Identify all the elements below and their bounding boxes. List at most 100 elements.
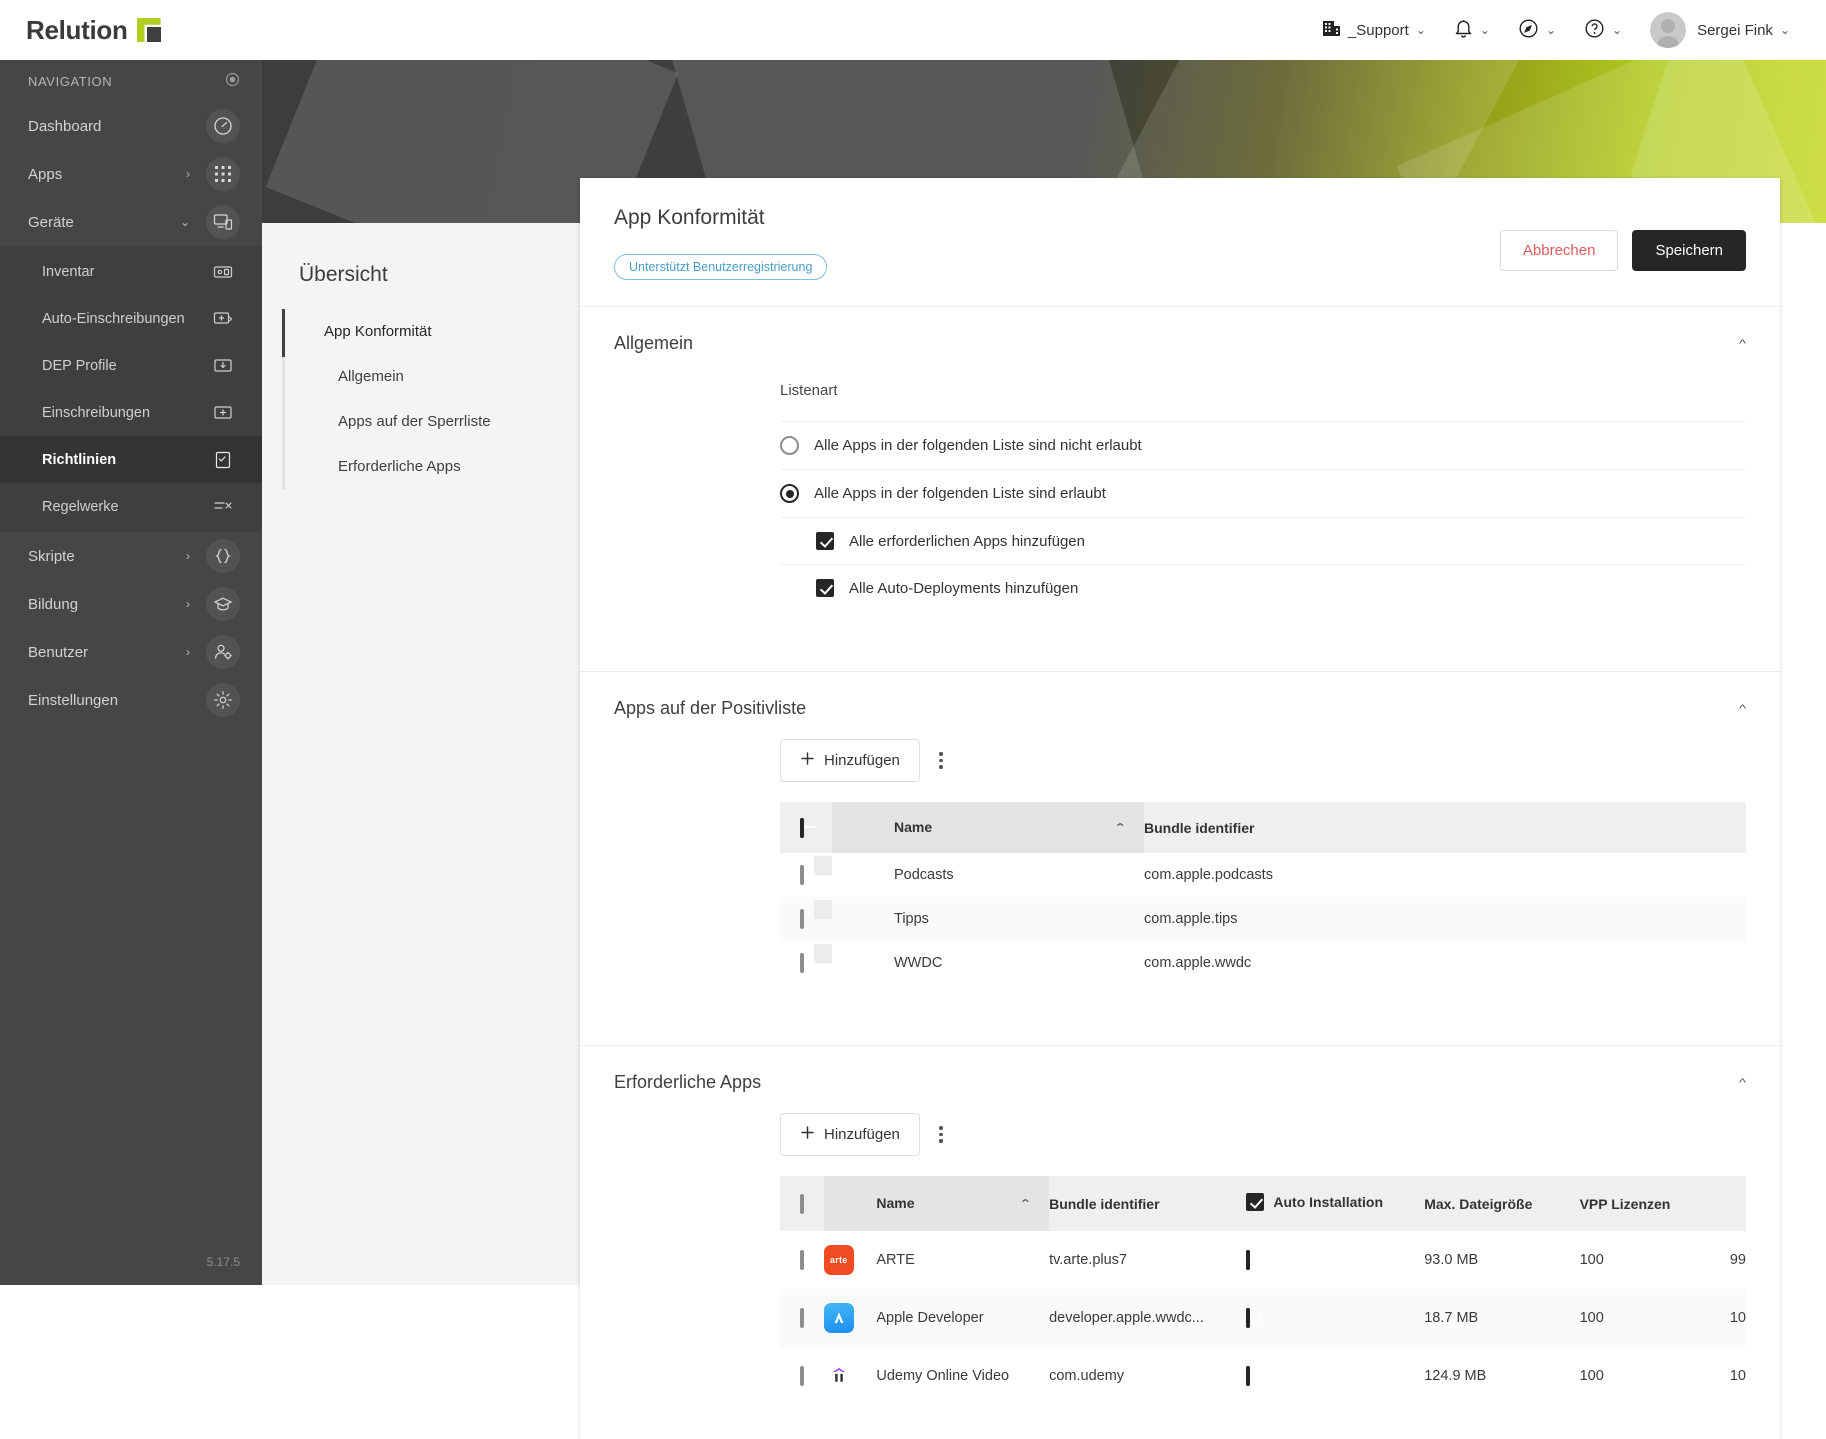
notifications-button[interactable]: ⌄ — [1440, 12, 1504, 49]
chevron-up-icon[interactable]: ^ — [1739, 702, 1746, 715]
erforderliche-apps-table: Name ⌃ Bundle identifier Auto Installati… — [780, 1176, 1746, 1405]
checkbox-indeterminate-icon — [800, 817, 804, 838]
sidebar-item-richtlinien[interactable]: Richtlinien — [0, 436, 262, 483]
add-app-label: Hinzufügen — [824, 1126, 900, 1143]
collapse-sidebar-icon[interactable] — [225, 72, 240, 90]
policy-icon — [206, 443, 240, 477]
checkbox-icon — [800, 1366, 804, 1386]
select-all-header[interactable] — [780, 1176, 824, 1231]
app-logo[interactable]: Relution — [26, 15, 161, 46]
save-button[interactable]: Speichern — [1632, 230, 1746, 271]
row-name: Udemy Online Video — [876, 1367, 1010, 1384]
table-row[interactable]: WWDC com.apple.wwdc — [780, 941, 1746, 985]
table-header-row: Name ⌃ Bundle identifier Auto Installati… — [780, 1176, 1746, 1231]
column-header-name[interactable]: Name ⌃ — [876, 1176, 1050, 1231]
row-auto-install[interactable] — [1246, 1231, 1424, 1289]
radio-option-allowed[interactable]: Alle Apps in der folgenden Liste sind er… — [780, 469, 1746, 517]
checkbox-add-required-apps[interactable]: Alle erforderlichen Apps hinzufügen — [780, 517, 1746, 564]
row-auto-install[interactable] — [1246, 1289, 1424, 1347]
sidebar-item-label: Einstellungen — [28, 691, 119, 709]
table-row[interactable]: Udemy Online Video com.udemy 124.9 MB 10… — [780, 1347, 1746, 1405]
row-checkbox-cell[interactable] — [780, 1347, 824, 1405]
checkbox-label: Alle Auto-Deployments hinzufügen — [849, 579, 1079, 597]
top-actions: _Support ⌄ ⌄ ⌄ ⌄ Sergei Fink ⌄ — [1308, 6, 1804, 54]
radio-option-not-allowed[interactable]: Alle Apps in der folgenden Liste sind ni… — [780, 421, 1746, 469]
radio-icon-selected — [780, 484, 799, 503]
sidebar-item-apps[interactable]: Apps › — [0, 150, 262, 198]
radio-label: Alle Apps in der folgenden Liste sind ni… — [814, 437, 1142, 454]
sidebar-item-einschreibungen[interactable]: Einschreibungen — [0, 389, 262, 436]
help-button[interactable]: ⌄ — [1570, 12, 1636, 49]
table-row[interactable]: arte ARTE tv.arte.plus7 93.0 MB 100 99 — [780, 1231, 1746, 1289]
radio-icon — [780, 436, 799, 455]
checkbox-add-auto-deployments[interactable]: Alle Auto-Deployments hinzufügen — [780, 564, 1746, 611]
gear-icon — [206, 683, 240, 717]
row-bundle: tv.arte.plus7 — [1049, 1252, 1127, 1268]
sidebar-item-einstellungen[interactable]: Einstellungen — [0, 676, 262, 724]
sidebar-item-geraete[interactable]: Geräte ⌄ — [0, 198, 262, 246]
section-header: Erforderliche Apps ^ — [580, 1046, 1780, 1113]
select-all-header[interactable] — [780, 802, 832, 853]
plus-icon — [800, 1125, 815, 1144]
sidebar-item-benutzer[interactable]: Benutzer › — [0, 628, 262, 676]
column-header-bundle[interactable]: Bundle identifier — [1049, 1176, 1247, 1231]
row-name: ARTE — [876, 1252, 915, 1268]
column-header-name[interactable]: Name ⌃ — [894, 802, 1144, 853]
table-row[interactable]: Apple Developer developer.apple.wwdc... … — [780, 1289, 1746, 1347]
row-bundle: com.apple.tips — [1144, 911, 1238, 927]
add-app-button[interactable]: Hinzufügen — [780, 739, 920, 782]
checkbox-icon — [800, 1193, 804, 1214]
sidebar-item-label: Benutzer — [28, 643, 89, 661]
chevron-up-icon[interactable]: ^ — [1739, 337, 1746, 350]
cancel-button[interactable]: Abbrechen — [1499, 230, 1619, 271]
column-header-auto-installation[interactable]: Auto Installation — [1246, 1176, 1425, 1231]
brand-name: Relution — [26, 14, 128, 45]
top-bar: Relution _Support ⌄ ⌄ ⌄ ⌄ Sergei Fink ⌄ — [0, 0, 1826, 60]
row-auto-install[interactable] — [1246, 1347, 1424, 1405]
add-app-button[interactable]: Hinzufügen — [780, 1113, 920, 1156]
navigation-heading-label: NAVIGATION — [28, 73, 113, 89]
sidebar-item-auto-einschreibungen[interactable]: Auto-Einschreibungen — [0, 295, 262, 342]
subnav-title: Übersicht — [299, 263, 388, 286]
status-badge: Unterstützt Benutzerregistrierung — [614, 254, 828, 280]
column-header-bundle[interactable]: Bundle identifier — [1144, 802, 1746, 853]
subnav-item-erforderliche-apps[interactable]: Erforderliche Apps — [262, 444, 580, 489]
sidebar-item-bildung[interactable]: Bildung › — [0, 580, 262, 628]
sidebar-item-dashboard[interactable]: Dashboard — [0, 102, 262, 150]
chevron-down-icon: ⌄ — [1415, 23, 1426, 37]
table-row[interactable]: Tipps com.apple.tips — [780, 897, 1746, 941]
row-checkbox-cell[interactable] — [780, 1231, 824, 1289]
app-compliance-card: App Konformität Unterstützt Benutzerregi… — [580, 178, 1780, 1439]
bell-icon — [1454, 18, 1473, 43]
chevron-up-icon[interactable]: ^ — [1739, 1076, 1746, 1089]
graduation-icon — [206, 587, 240, 621]
column-header-max-dateigroesse[interactable]: Max. Dateigröße — [1424, 1176, 1580, 1231]
sidebar-item-regelwerke[interactable]: Regelwerke — [0, 483, 262, 530]
table-row[interactable]: Podcasts com.apple.podcasts — [780, 853, 1746, 897]
column-label: VPP Lizenzen — [1579, 1195, 1671, 1212]
column-header-overflow[interactable] — [1729, 1176, 1746, 1231]
column-header-vpp-lizenzen[interactable]: VPP Lizenzen — [1579, 1176, 1730, 1231]
sidebar-item-inventar[interactable]: Inventar — [0, 248, 262, 295]
sidebar: NAVIGATION Dashboard Apps › Geräte ⌄ Inv… — [0, 60, 262, 1285]
row-checkbox-cell[interactable] — [780, 1289, 824, 1347]
subnav-item-sperrliste[interactable]: Apps auf der Sperrliste — [262, 399, 580, 444]
subnav-item-allgemein[interactable]: Allgemein — [262, 354, 580, 399]
sidebar-item-skripte[interactable]: Skripte › — [0, 532, 262, 580]
explore-button[interactable]: ⌄ — [1504, 12, 1570, 49]
organization-selector[interactable]: _Support ⌄ — [1308, 13, 1440, 48]
subnav-item-app-konformitaet[interactable]: App Konformität — [262, 309, 580, 354]
column-label: Name — [894, 819, 933, 835]
user-menu[interactable]: Sergei Fink ⌄ — [1636, 6, 1804, 54]
plus-icon — [800, 751, 815, 770]
kebab-menu-icon[interactable] — [930, 752, 952, 769]
sidebar-item-label: Skripte — [28, 547, 75, 565]
section-body: Hinzufügen Name ⌃ — [580, 739, 1780, 1019]
kebab-menu-icon[interactable] — [930, 1126, 952, 1143]
section-header: Allgemein ^ — [580, 307, 1780, 374]
subnav-rail-active — [282, 309, 285, 357]
checkbox-icon — [1246, 1366, 1251, 1386]
row-bundle: com.apple.podcasts — [1144, 867, 1273, 883]
sidebar-item-dep-profile[interactable]: DEP Profile — [0, 342, 262, 389]
checkbox-icon — [800, 1308, 804, 1328]
